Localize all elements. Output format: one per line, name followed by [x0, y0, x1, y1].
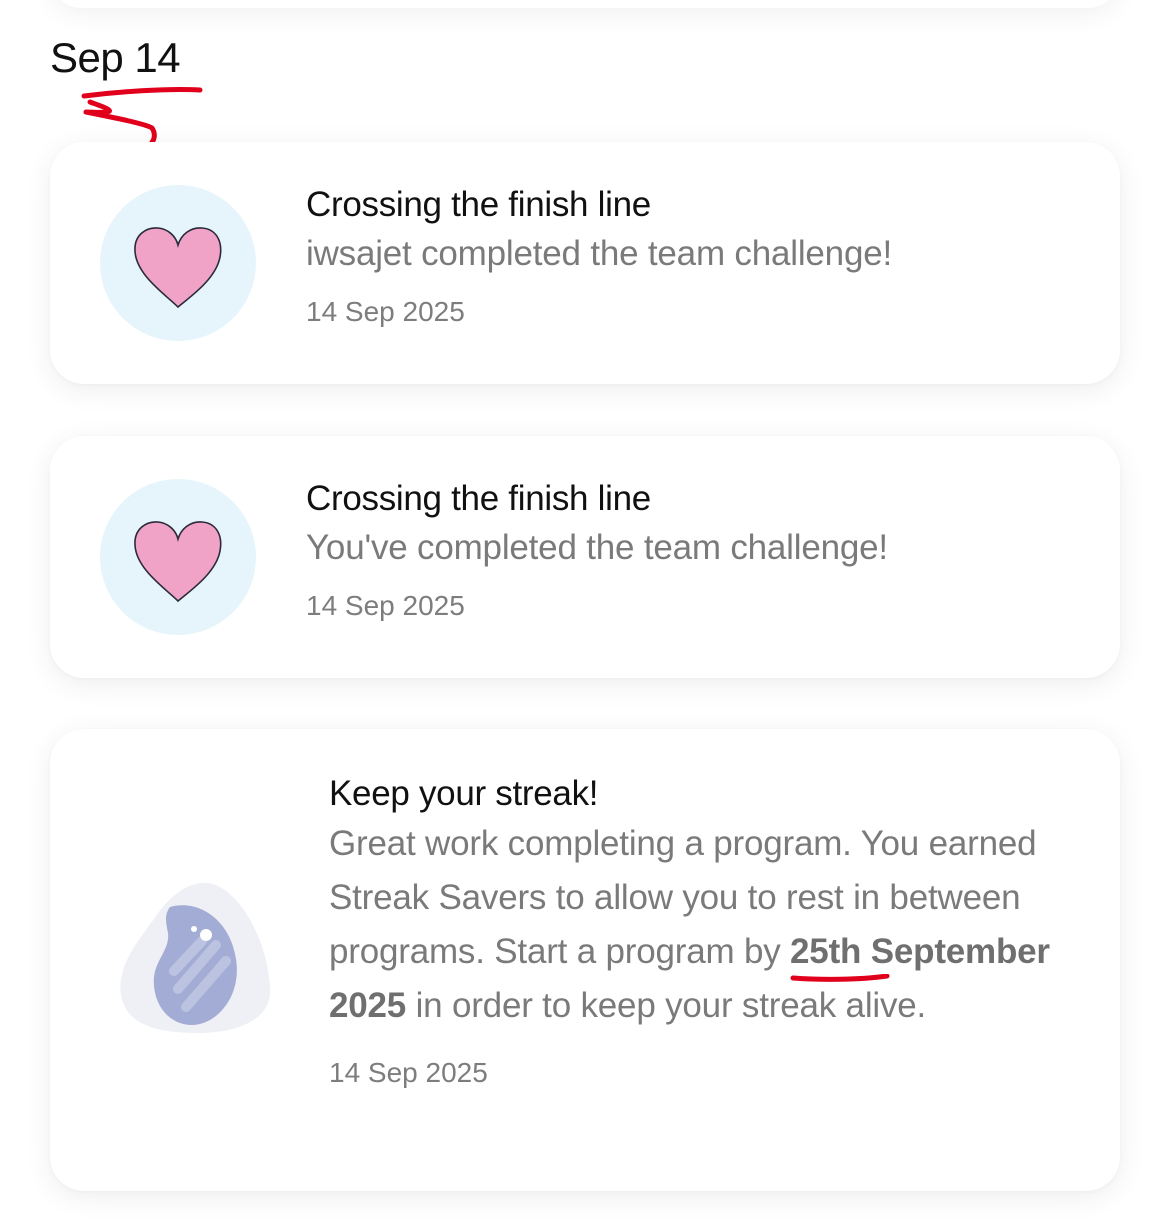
notification-title: Crossing the finish line — [306, 479, 651, 518]
notification-date: 14 Sep 2025 — [329, 1057, 488, 1088]
notification-card[interactable]: Crossing the finish line You've complete… — [50, 436, 1120, 678]
notification-content: Crossing the finish line You've complete… — [306, 476, 1060, 622]
notification-avatar — [100, 479, 256, 635]
heart-icon — [134, 227, 222, 309]
notifications-page: Sep 14 Crossing the finish line iwsajet … — [0, 0, 1170, 1223]
notification-date: 14 Sep 2025 — [306, 590, 465, 621]
streak-notification-card[interactable]: Keep your streak! Great work completing … — [50, 729, 1120, 1191]
notification-title: Crossing the finish line — [306, 185, 651, 224]
notification-avatar — [100, 185, 256, 341]
notification-message: Great work completing a program. You ear… — [329, 817, 1070, 1033]
notification-message: You've completed the team challenge! — [306, 528, 888, 567]
notification-card[interactable]: Crossing the finish line iwsajet complet… — [50, 142, 1120, 384]
notification-message: iwsajet completed the team challenge! — [306, 234, 892, 273]
notification-title: Keep your streak! — [329, 774, 599, 813]
notification-date: 14 Sep 2025 — [306, 296, 465, 327]
previous-card-edge — [50, 0, 1120, 8]
message-text: in order to keep your streak alive. — [406, 986, 927, 1025]
red-annotation-scribble — [81, 86, 203, 145]
section-date-header: Sep 14 — [50, 34, 181, 81]
notification-content: Keep your streak! Great work completing … — [329, 771, 1070, 1089]
notification-content: Crossing the finish line iwsajet complet… — [306, 182, 1060, 328]
flame-icon — [120, 882, 271, 1033]
red-annotation-underline — [790, 974, 890, 982]
heart-icon — [134, 521, 222, 603]
